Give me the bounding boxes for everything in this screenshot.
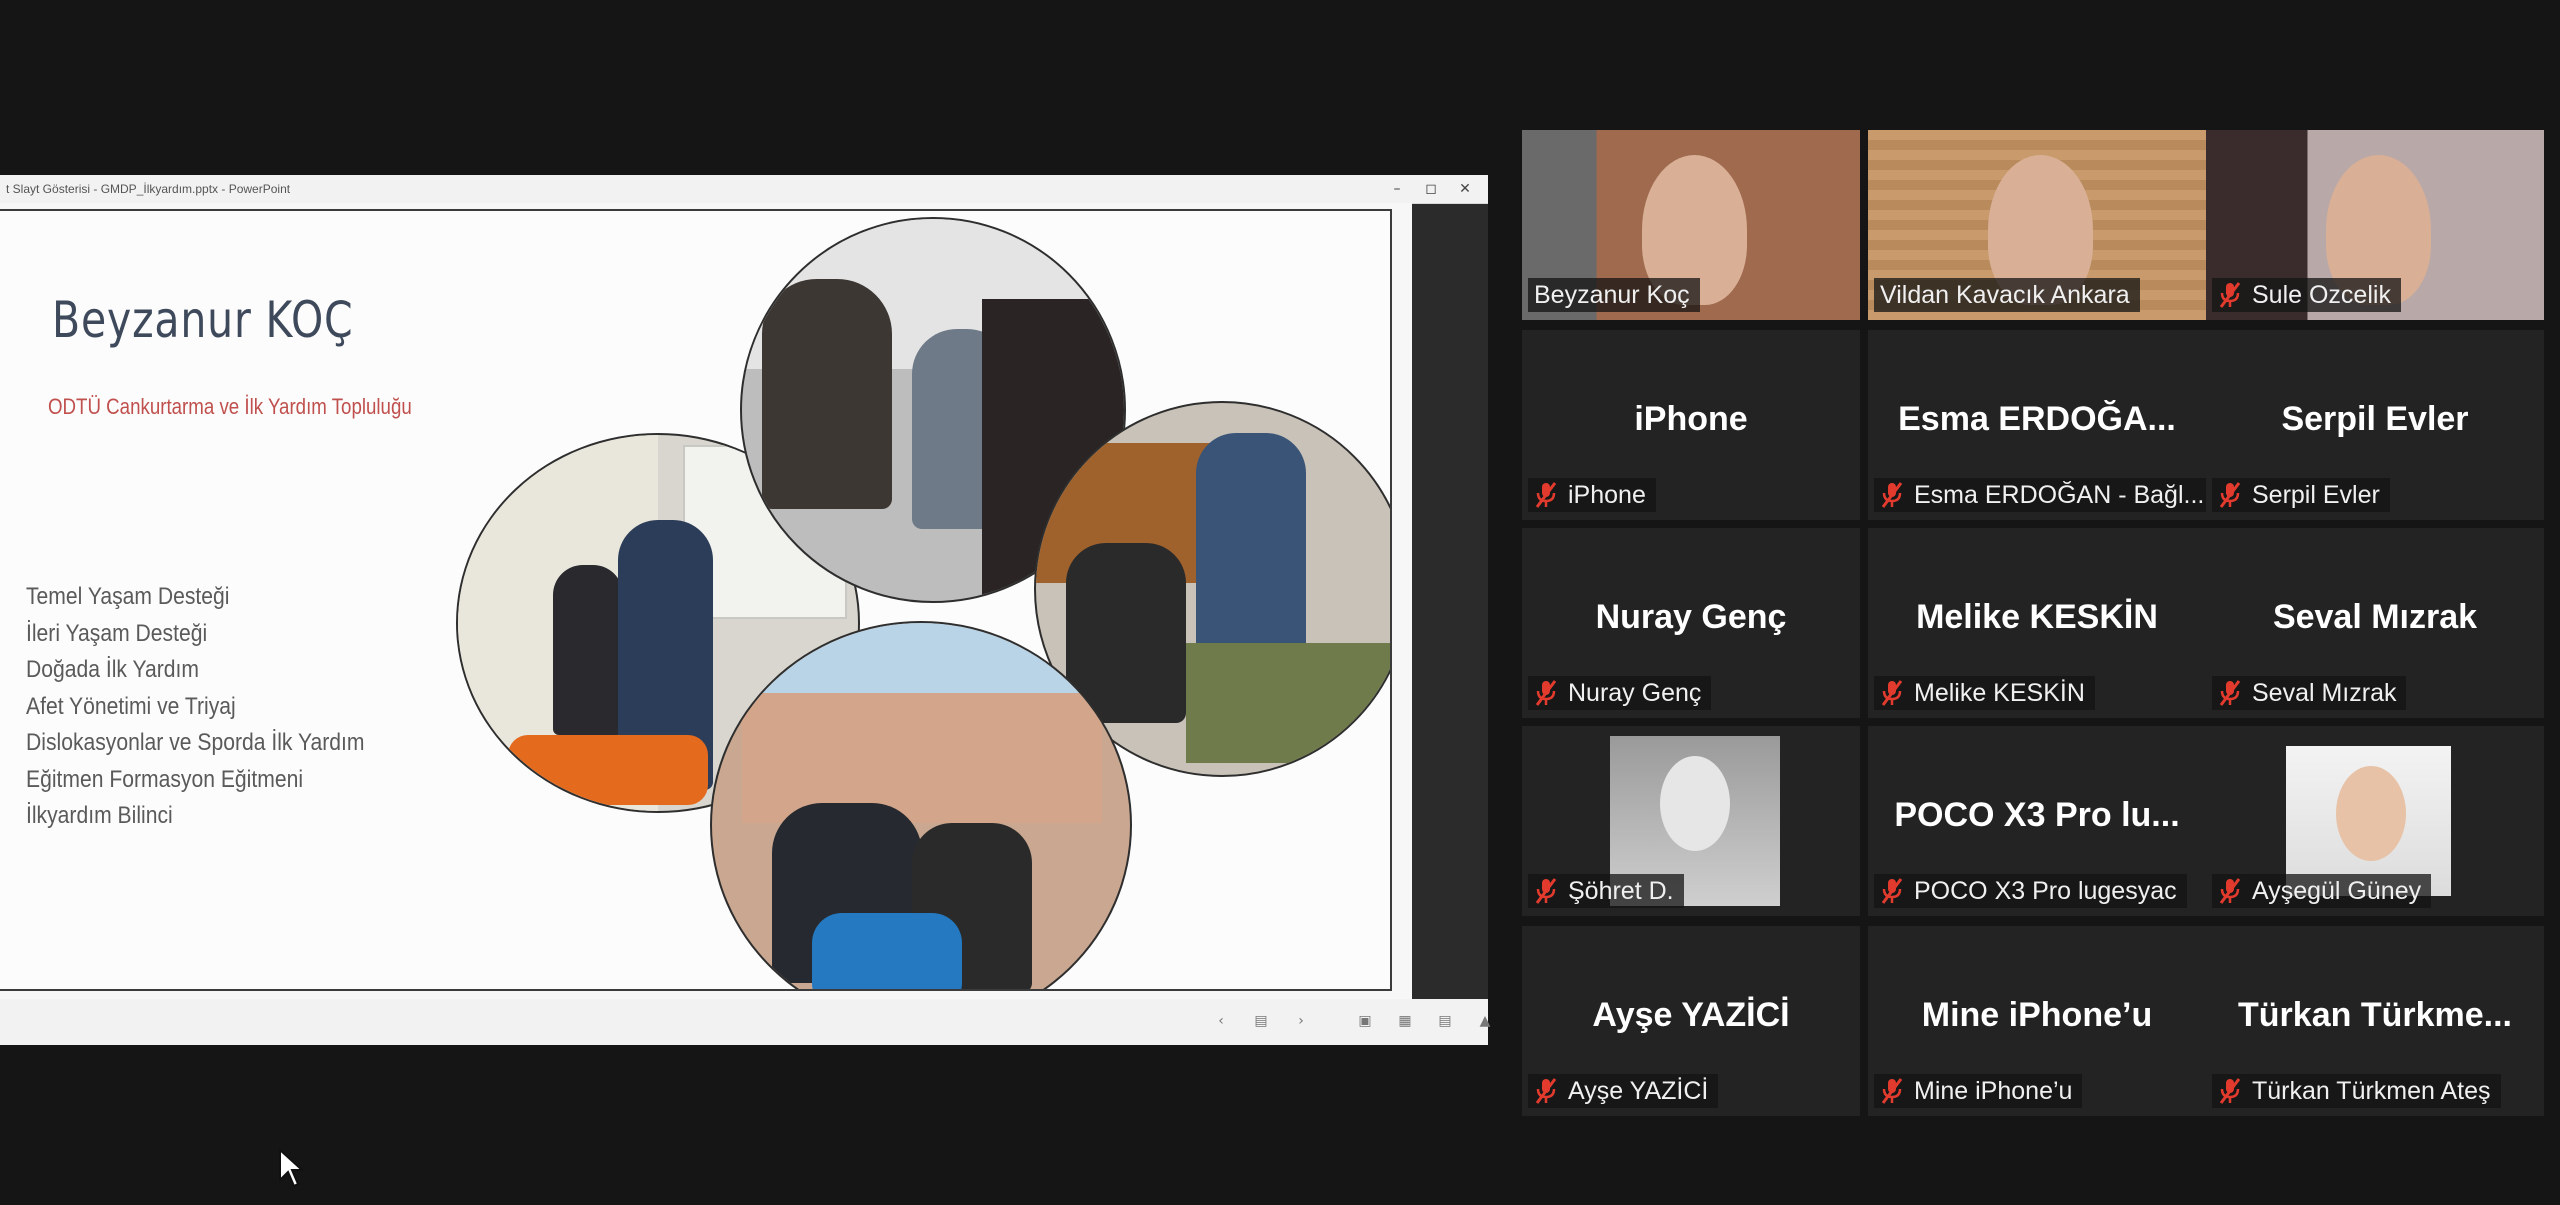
participant-tile[interactable]: iPhone iPhone <box>1522 330 1860 520</box>
participant-display-name: Nuray Genç <box>1595 598 1787 636</box>
slide-topic: Doğada İlk Yardım <box>26 656 199 683</box>
slide: Beyzanur KOÇ ODTÜ Cankurtarma ve İlk Yar… <box>0 209 1392 991</box>
participant-name: Ayşegül Güney <box>2252 876 2422 905</box>
participant-name: Türkan Türkmen Ateş <box>2252 1076 2491 1105</box>
mic-muted-icon <box>2219 680 2241 706</box>
participant-name-label: Beyzanur Koç <box>1528 278 1700 312</box>
participant-tile[interactable]: Nuray Genç Nuray Genç <box>1522 528 1860 718</box>
participant-display-name: Melike KESKİN <box>1916 598 2158 636</box>
participant-name-label: Melike KESKİN <box>1874 676 2095 710</box>
participant-display-name: Esma ERDOĞA... <box>1898 400 2176 438</box>
participant-display-name: POCO X3 Pro lu... <box>1894 796 2180 834</box>
participant-tile[interactable]: POCO X3 Pro lu... POCO X3 Pro lugesyac <box>1868 726 2206 916</box>
photo-group-beach <box>710 621 1132 989</box>
participant-tile[interactable]: Şöhret D. <box>1522 726 1860 916</box>
participant-name: Ayşe YAZİCİ <box>1568 1076 1709 1105</box>
slide-presenter-name: Beyzanur KOÇ <box>52 291 354 349</box>
participant-name-label: iPhone <box>1528 478 1656 512</box>
participant-display-name: Türkan Türkme... <box>2238 996 2512 1034</box>
participant-name: Mine iPhone’u <box>1914 1076 2073 1105</box>
mic-muted-icon <box>2219 482 2241 508</box>
participant-name: Şöhret D. <box>1568 876 1674 905</box>
participant-tile[interactable]: Türkan Türkme... Türkan Türkmen Ateş <box>2206 926 2544 1116</box>
participant-tile[interactable]: Ayşegül Güney <box>2206 726 2544 916</box>
participant-name-label: Sule Ozcelik <box>2212 278 2401 312</box>
participant-name-label: Nuray Genç <box>1528 676 1712 710</box>
participant-name-label: Şöhret D. <box>1528 874 1684 908</box>
participant-name: iPhone <box>1568 480 1646 509</box>
slide-topic: Eğitmen Formasyon Eğitmeni <box>26 765 304 793</box>
profile-face <box>2336 766 2406 861</box>
normal-view-icon[interactable]: ▣ <box>1354 1012 1376 1030</box>
participant-tile[interactable]: Seval Mızrak Seval Mızrak <box>2206 528 2544 718</box>
reading-view-icon[interactable]: ▤ <box>1434 1012 1456 1030</box>
participant-name-label: Vildan Kavacık Ankara <box>1874 278 2140 312</box>
participant-tile[interactable]: Beyzanur Koç <box>1522 130 1860 320</box>
mic-muted-icon <box>1881 1078 1903 1104</box>
mic-muted-icon <box>1881 482 1903 508</box>
powerpoint-window: t Slayt Gösterisi - GMDP_İlkyardım.pptx … <box>0 175 1490 1045</box>
slide-topic: İleri Yaşam Desteği <box>26 619 208 647</box>
presenter-view-icon[interactable]: ▲ <box>1474 1012 1496 1030</box>
sorter-view-icon[interactable]: ▦ <box>1394 1012 1416 1030</box>
slide-topic: Temel Yaşam Desteği <box>26 583 230 610</box>
participant-name: Serpil Evler <box>2252 480 2380 509</box>
maximize-icon[interactable]: ◻ <box>1414 178 1448 200</box>
slide-topic: Afet Yönetimi ve Triyaj <box>26 692 236 720</box>
participant-tile[interactable]: Esma ERDOĞA... Esma ERDOĞAN - Bağl... <box>1868 330 2206 520</box>
mouse-cursor-icon <box>279 1148 305 1188</box>
participant-name-label: Ayşe YAZİCİ <box>1528 1074 1719 1108</box>
profile-face <box>1660 756 1730 851</box>
slide-topic: İlkyardım Bilinci <box>26 802 173 829</box>
participant-name-label: Türkan Türkmen Ateş <box>2212 1074 2501 1108</box>
mic-muted-icon <box>1535 878 1557 904</box>
participant-display-name: Ayşe YAZİCİ <box>1592 996 1790 1034</box>
participant-name-label: Ayşegül Güney <box>2212 874 2432 908</box>
participant-display-name: iPhone <box>1634 400 1748 438</box>
participant-tile[interactable]: Sule Ozcelik <box>2206 130 2544 320</box>
slide-topic-list: Temel Yaşam Desteği İleri Yaşam Desteği … <box>26 583 411 839</box>
mic-muted-icon <box>1535 1078 1557 1104</box>
powerpoint-title-bar: t Slayt Gösterisi - GMDP_İlkyardım.pptx … <box>0 175 1488 204</box>
participant-name: Nuray Genç <box>1568 678 1702 707</box>
participant-display-name: Serpil Evler <box>2281 400 2469 438</box>
minimize-icon[interactable]: – <box>1380 178 1414 200</box>
participant-name: Vildan Kavacık Ankara <box>1880 280 2130 309</box>
participant-tile[interactable]: Vildan Kavacık Ankara <box>1868 130 2206 320</box>
participant-display-name: Mine iPhone’u <box>1921 996 2153 1034</box>
mic-muted-icon <box>1535 680 1557 706</box>
mic-muted-icon <box>2219 282 2241 308</box>
participant-name-label: Esma ERDOĞAN - Bağl... <box>1874 478 2206 512</box>
participant-name: Sule Ozcelik <box>2252 280 2391 309</box>
participant-name: Beyzanur Koç <box>1534 280 1690 309</box>
participant-name: Seval Mızrak <box>2252 678 2397 707</box>
mic-muted-icon <box>1881 680 1903 706</box>
participant-name: Melike KESKİN <box>1914 678 2085 707</box>
participant-tile[interactable]: Ayşe YAZİCİ Ayşe YAZİCİ <box>1522 926 1860 1116</box>
mic-muted-icon <box>1535 482 1557 508</box>
participant-tile[interactable]: Serpil Evler Serpil Evler <box>2206 330 2544 520</box>
participant-tile[interactable]: Mine iPhone’u Mine iPhone’u <box>1868 926 2206 1116</box>
participant-name-label: POCO X3 Pro lugesyac <box>1874 874 2187 908</box>
close-icon[interactable]: ✕ <box>1448 178 1482 200</box>
participant-name-label: Serpil Evler <box>2212 478 2390 512</box>
participant-tile[interactable]: Melike KESKİN Melike KESKİN <box>1868 528 2206 718</box>
participant-display-name: Seval Mızrak <box>2272 598 2478 636</box>
participant-name: POCO X3 Pro lugesyac <box>1914 876 2177 905</box>
prev-slide-icon[interactable]: ‹ <box>1210 1012 1232 1030</box>
window-title: t Slayt Gösterisi - GMDP_İlkyardım.pptx … <box>6 182 291 196</box>
participant-name-label: Seval Mızrak <box>2212 676 2407 710</box>
slide-organization: ODTÜ Cankurtarma ve İlk Yardım Topluluğu <box>48 394 412 419</box>
slide-sorter-icon[interactable]: ▤ <box>1250 1012 1272 1030</box>
mic-muted-icon <box>1881 878 1903 904</box>
mic-muted-icon <box>2219 1078 2241 1104</box>
slide-stage: Beyzanur KOÇ ODTÜ Cankurtarma ve İlk Yar… <box>0 203 1412 999</box>
slideshow-status-bar: ‹ ▤ › ▣ ▦ ▤ ▲ <box>0 999 1490 1045</box>
next-slide-icon[interactable]: › <box>1290 1012 1312 1030</box>
mic-muted-icon <box>2219 878 2241 904</box>
participant-name: Esma ERDOĞAN - Bağl... <box>1914 480 2205 509</box>
participant-name-label: Mine iPhone’u <box>1874 1074 2083 1108</box>
slide-topic: Dislokasyonlar ve Sporda İlk Yardım <box>26 729 365 756</box>
